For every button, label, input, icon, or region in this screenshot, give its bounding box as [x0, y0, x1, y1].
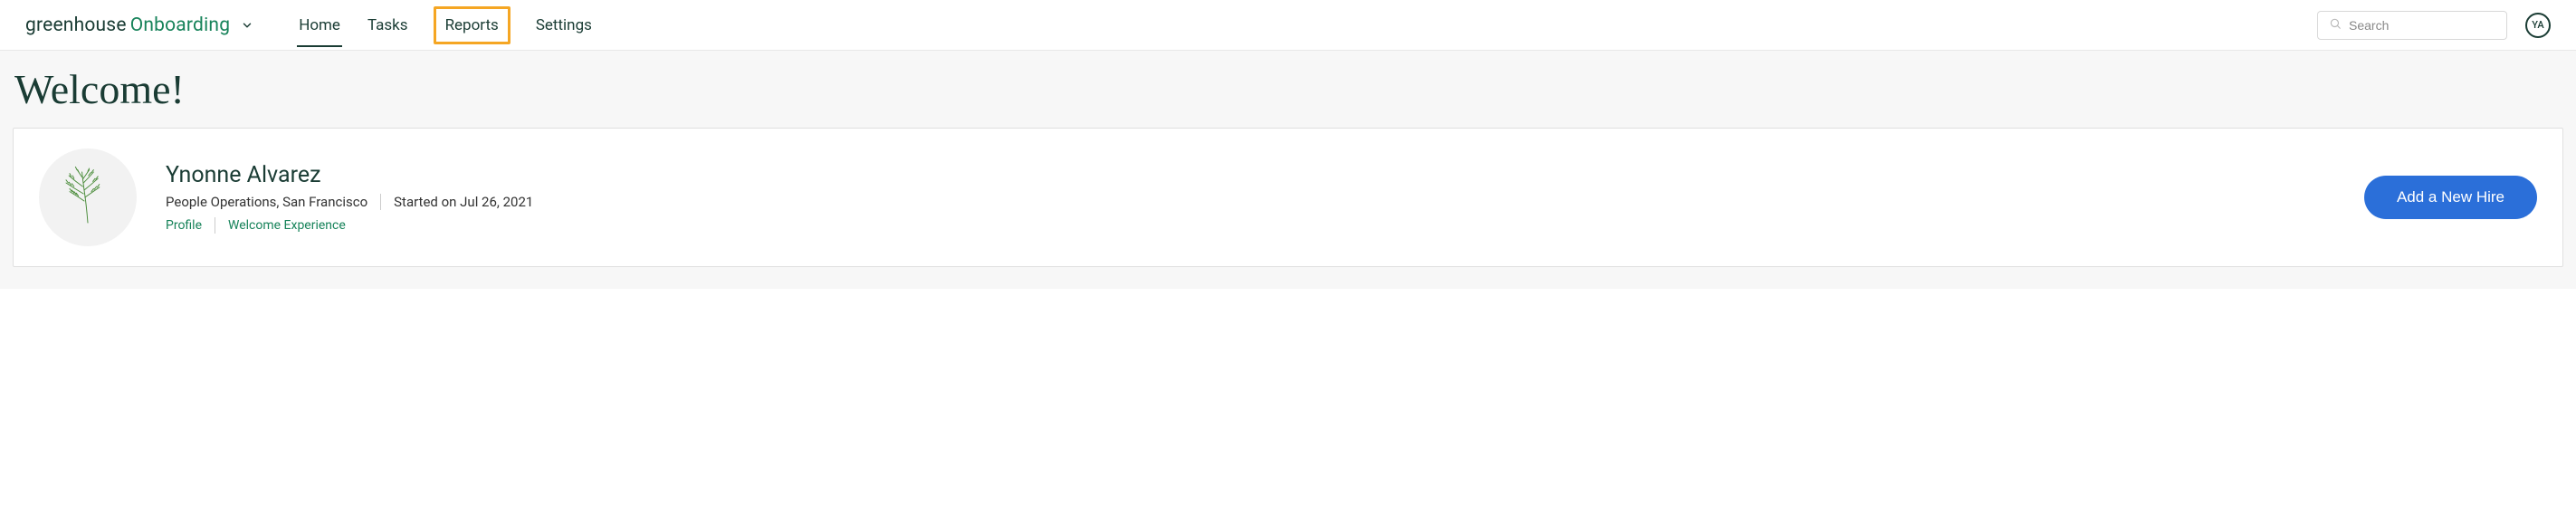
profile-avatar — [39, 148, 137, 246]
topbar: greenhouse Onboarding Home Tasks Reports… — [0, 0, 2576, 51]
search-box[interactable] — [2317, 11, 2507, 40]
nav-settings[interactable]: Settings — [534, 4, 594, 47]
main-content: Welcome! Ynonne Alvarez People — [0, 51, 2576, 289]
chevron-down-icon — [241, 19, 253, 32]
profile-role-location: People Operations, San Francisco — [166, 194, 367, 210]
nav-home[interactable]: Home — [297, 4, 342, 47]
profile-link[interactable]: Profile — [166, 218, 202, 233]
profile-links: Profile Welcome Experience — [166, 217, 2364, 234]
main-nav: Home Tasks Reports Settings — [297, 4, 594, 47]
search-icon — [2329, 16, 2342, 33]
welcome-experience-link[interactable]: Welcome Experience — [228, 218, 346, 233]
nav-reports[interactable]: Reports — [434, 6, 510, 44]
welcome-card: Ynonne Alvarez People Operations, San Fr… — [13, 128, 2563, 267]
user-avatar[interactable]: YA — [2525, 13, 2551, 38]
profile-name: Ynonne Alvarez — [166, 162, 2364, 188]
search-input[interactable] — [2349, 18, 2495, 33]
nav-tasks[interactable]: Tasks — [366, 4, 410, 47]
profile-start-date: Started on Jul 26, 2021 — [394, 194, 533, 210]
add-new-hire-button[interactable]: Add a New Hire — [2364, 176, 2537, 219]
plant-icon — [52, 161, 124, 234]
brand-greenhouse: greenhouse — [25, 14, 127, 36]
profile-info: Ynonne Alvarez People Operations, San Fr… — [166, 162, 2364, 234]
brand-onboarding: Onboarding — [130, 14, 231, 36]
page-title: Welcome! — [14, 65, 2563, 113]
meta-divider — [380, 194, 381, 210]
profile-meta: People Operations, San Francisco Started… — [166, 194, 2364, 210]
brand-switcher[interactable]: greenhouse Onboarding — [25, 14, 253, 36]
topbar-right: YA — [2317, 11, 2551, 40]
